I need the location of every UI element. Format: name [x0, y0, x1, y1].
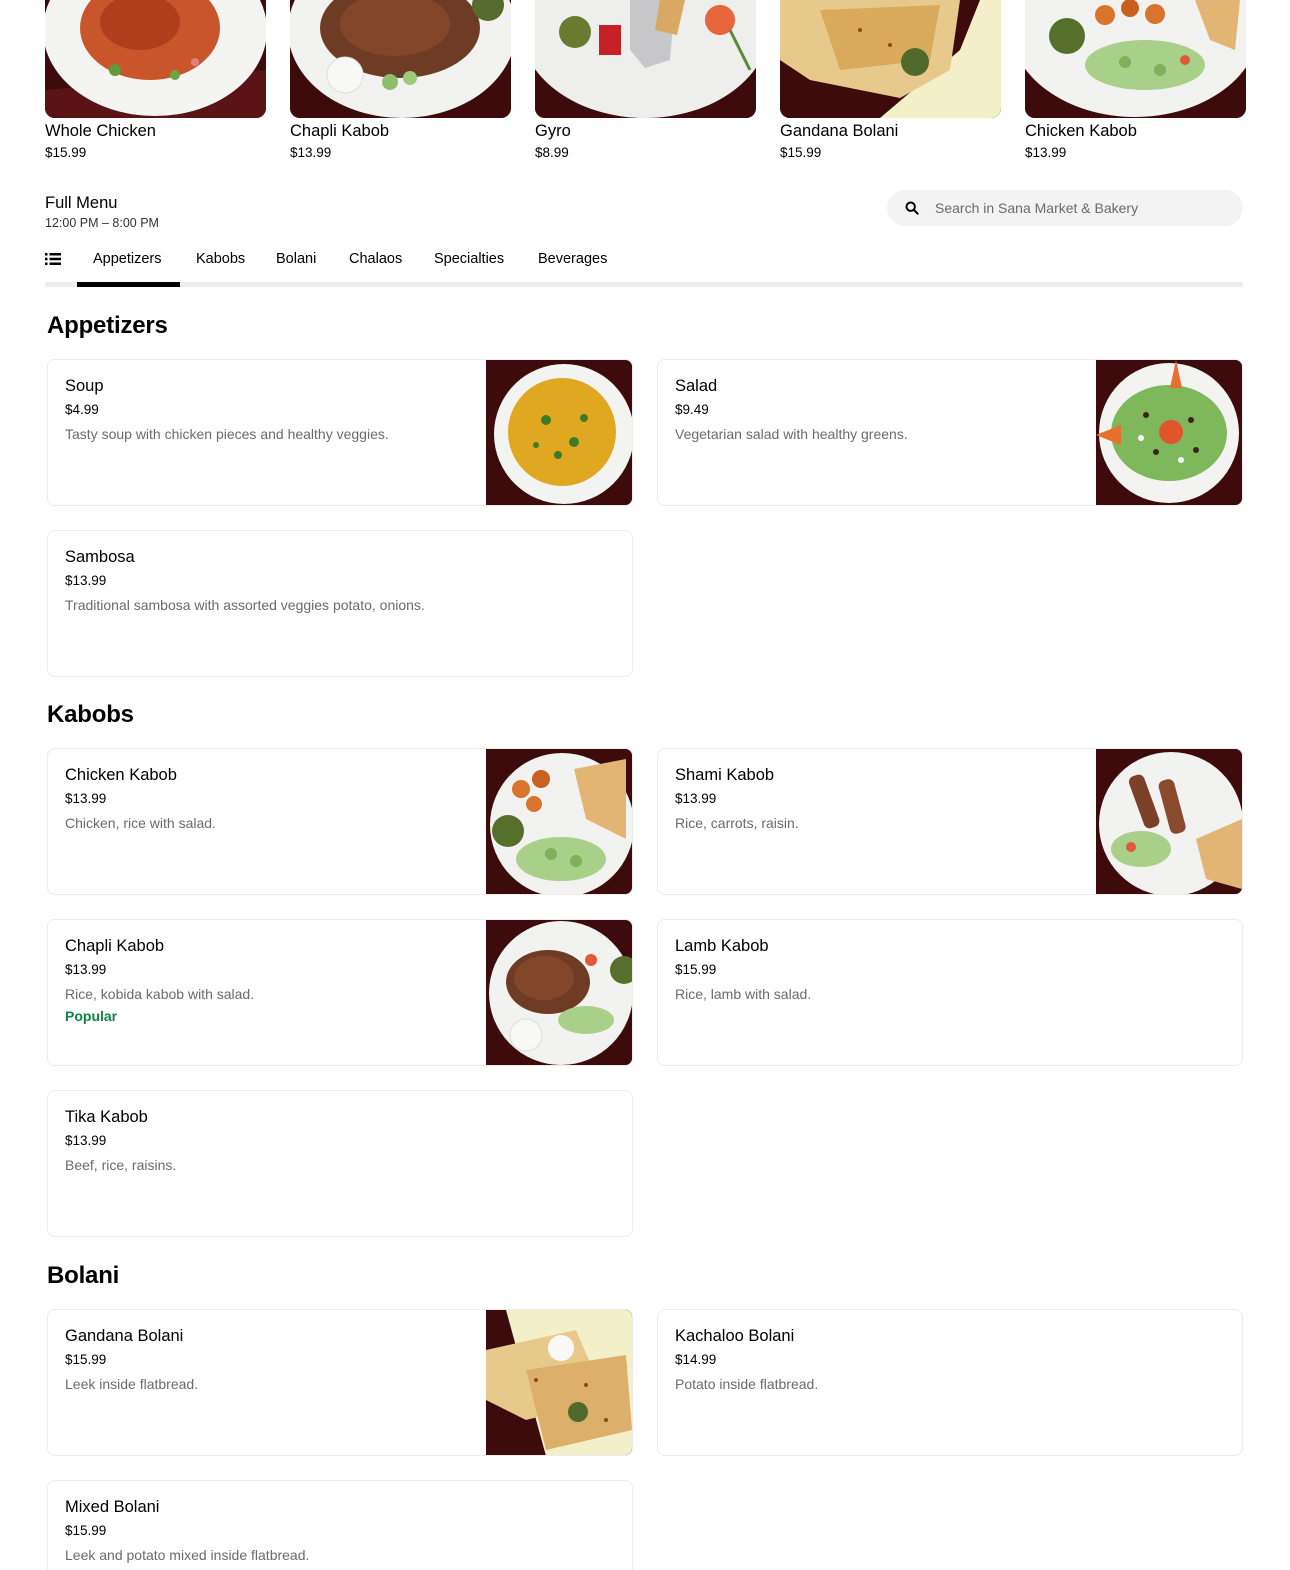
salad-photo [1096, 360, 1242, 505]
tab-specialties[interactable]: Specialties [434, 250, 504, 268]
chicken-kabob-photo [486, 749, 632, 894]
featured-items: Whole Chicken $15.99 Chapli Kabob $13.99 [45, 0, 1246, 170]
featured-item-price: $8.99 [535, 145, 569, 160]
gandana-bolani-photo [780, 0, 1001, 118]
item-description: Leek and potato mixed inside flatbread. [65, 1547, 310, 1563]
menu-item-card[interactable]: Mixed Bolani $15.99 Leek and potato mixe… [47, 1480, 633, 1570]
featured-item-name: Whole Chicken [45, 122, 156, 140]
featured-item-price: $13.99 [290, 145, 332, 160]
search-icon [905, 201, 919, 215]
item-price: $15.99 [675, 962, 717, 977]
featured-item-price: $15.99 [45, 145, 87, 160]
menu-item-card[interactable]: Gandana Bolani $15.99 Leek inside flatbr… [47, 1309, 633, 1456]
chicken-kabob-photo [1025, 0, 1246, 118]
section-title-bolani: Bolani [47, 1262, 120, 1289]
item-name: Tika Kabob [65, 1108, 148, 1126]
item-description: Traditional sambosa with assorted veggie… [65, 597, 425, 613]
item-name: Kachaloo Bolani [675, 1327, 795, 1345]
menu-item-card[interactable]: Lamb Kabob $15.99 Rice, lamb with salad. [657, 919, 1243, 1066]
item-description: Beef, rice, raisins. [65, 1157, 177, 1173]
section-title-kabobs: Kabobs [47, 701, 134, 728]
featured-item-price: $13.99 [1025, 145, 1067, 160]
featured-item-chicken-kabob[interactable]: Chicken Kabob $13.99 [1025, 0, 1246, 170]
featured-item-gyro[interactable]: Gyro $8.99 [535, 0, 756, 170]
menu-item-card[interactable]: Chapli Kabob $13.99 Rice, kobida kabob w… [47, 919, 633, 1066]
active-tab-indicator [77, 282, 180, 287]
item-price: $15.99 [65, 1523, 107, 1538]
item-name: Mixed Bolani [65, 1498, 160, 1516]
featured-item-name: Chicken Kabob [1025, 122, 1137, 140]
item-description: Rice, kobida kabob with salad. [65, 986, 255, 1002]
item-price: $4.99 [65, 402, 99, 417]
item-price: $13.99 [65, 1133, 107, 1148]
menu-item-card[interactable]: Sambosa $13.99 Traditional sambosa with … [47, 530, 633, 677]
featured-item-price: $15.99 [780, 145, 822, 160]
item-name: Chapli Kabob [65, 937, 165, 955]
item-price: $13.99 [65, 962, 107, 977]
menu-item-card[interactable]: Shami Kabob $13.99 Rice, carrots, raisin… [657, 748, 1243, 895]
item-name: Soup [65, 377, 104, 395]
gandana-bolani-photo [486, 1310, 632, 1455]
tab-bolani[interactable]: Bolani [276, 250, 316, 268]
menu-item-card[interactable]: Tika Kabob $13.99 Beef, rice, raisins. [47, 1090, 633, 1237]
item-description: Vegetarian salad with healthy greens. [675, 426, 908, 442]
item-price: $13.99 [675, 791, 717, 806]
featured-item-gandana-bolani[interactable]: Gandana Bolani $15.99 [780, 0, 1001, 170]
soup-photo [486, 360, 632, 505]
category-tabs: Appetizers Kabobs Bolani Chalaos Special… [45, 240, 1243, 287]
item-price: $13.99 [65, 791, 107, 806]
item-description: Tasty soup with chicken pieces and healt… [65, 426, 389, 442]
tab-kabobs[interactable]: Kabobs [196, 250, 245, 268]
menu-header: Full Menu 12:00 PM – 8:00 PM [45, 193, 159, 230]
featured-item-whole-chicken[interactable]: Whole Chicken $15.99 [45, 0, 266, 170]
item-description: Leek inside flatbread. [65, 1376, 199, 1392]
tab-beverages[interactable]: Beverages [538, 250, 607, 268]
search-input[interactable] [935, 200, 1225, 216]
item-name: Chicken Kabob [65, 766, 177, 784]
list-icon[interactable] [45, 252, 61, 266]
featured-item-name: Gandana Bolani [780, 122, 899, 140]
featured-item-name: Chapli Kabob [290, 122, 390, 140]
menu-item-card[interactable]: Chicken Kabob $13.99 Chicken, rice with … [47, 748, 633, 895]
menu-title: Full Menu [45, 194, 118, 212]
search-bar[interactable] [887, 190, 1243, 226]
item-price: $9.49 [675, 402, 709, 417]
menu-item-card[interactable]: Salad $9.49 Vegetarian salad with health… [657, 359, 1243, 506]
chapli-kabob-photo [290, 0, 511, 118]
menu-item-card[interactable]: Kachaloo Bolani $14.99 Potato inside fla… [657, 1309, 1243, 1456]
section-title-appetizers: Appetizers [47, 312, 168, 339]
item-price: $14.99 [675, 1352, 717, 1367]
item-price: $13.99 [65, 573, 107, 588]
featured-item-chapli-kabob[interactable]: Chapli Kabob $13.99 [290, 0, 511, 170]
tabs-track [45, 282, 1243, 287]
item-name: Shami Kabob [675, 766, 775, 784]
whole-chicken-photo [45, 0, 266, 118]
item-name: Salad [675, 377, 718, 395]
item-description: Chicken, rice with salad. [65, 815, 216, 831]
tab-appetizers[interactable]: Appetizers [93, 250, 162, 268]
menu-hours: 12:00 PM – 8:00 PM [45, 216, 159, 230]
item-name: Gandana Bolani [65, 1327, 184, 1345]
item-description: Rice, lamb with salad. [675, 986, 812, 1002]
item-price: $15.99 [65, 1352, 107, 1367]
menu-item-card[interactable]: Soup $4.99 Tasty soup with chicken piece… [47, 359, 633, 506]
tab-chalaos[interactable]: Chalaos [349, 250, 402, 268]
item-description: Rice, carrots, raisin. [675, 815, 799, 831]
popular-badge: Popular [65, 1008, 118, 1024]
chapli-kabob-photo [486, 920, 632, 1065]
item-name: Sambosa [65, 548, 135, 566]
item-description: Potato inside flatbread. [675, 1376, 819, 1392]
item-name: Lamb Kabob [675, 937, 769, 955]
shami-kabob-photo [1096, 749, 1242, 894]
featured-item-name: Gyro [535, 122, 571, 140]
gyro-photo [535, 0, 756, 118]
